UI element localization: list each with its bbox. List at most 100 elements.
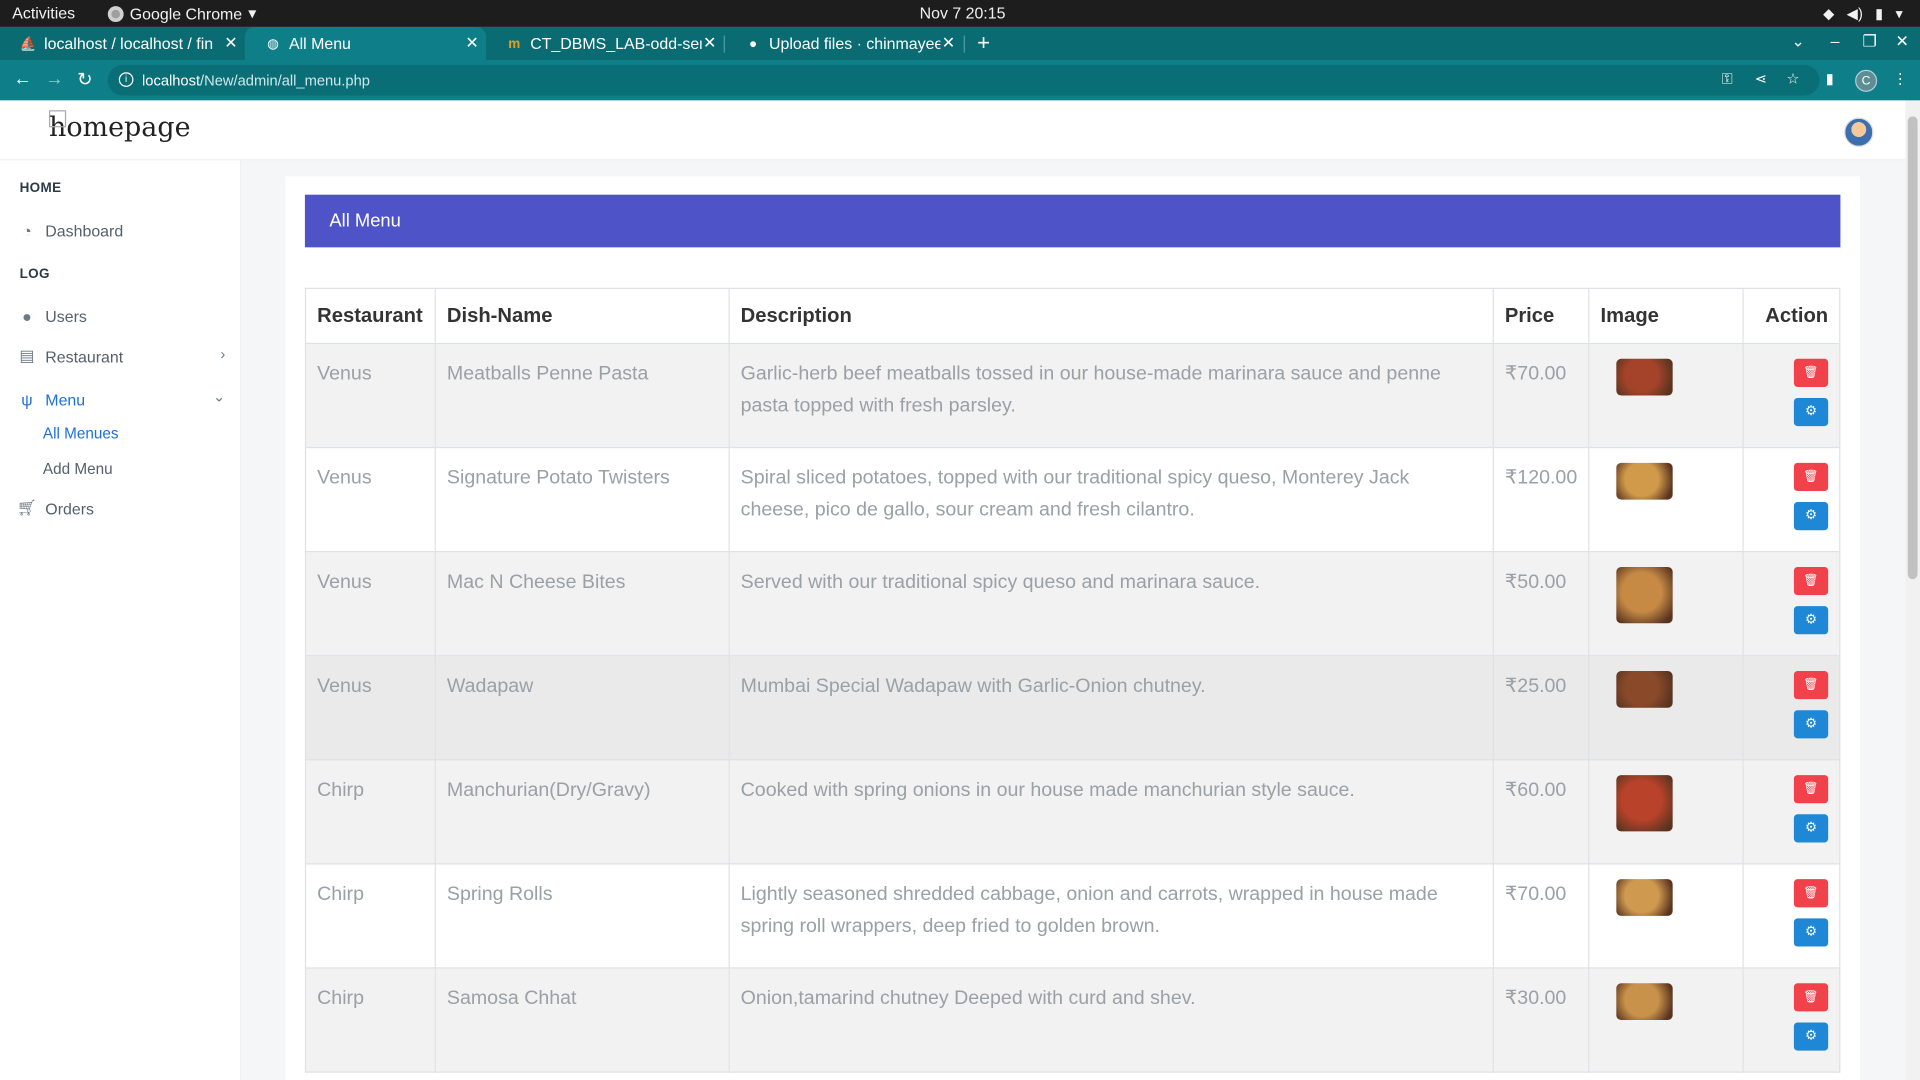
- column-header-restaurant[interactable]: Restaurant: [304, 287, 436, 345]
- dish-thumbnail: [1616, 358, 1673, 396]
- system-tray[interactable]: ◆ ◀) ▮ ▾: [1823, 5, 1903, 22]
- cell-dish-name: Samosa Chhat: [434, 967, 730, 1073]
- activities-button[interactable]: Activities: [12, 4, 75, 22]
- chrome-icon: [107, 5, 124, 22]
- minimize-icon[interactable]: –: [1831, 32, 1840, 50]
- close-tab-icon[interactable]: ✕: [224, 33, 237, 53]
- back-icon[interactable]: ←: [13, 69, 31, 90]
- profile-avatar[interactable]: C: [1855, 69, 1878, 92]
- row-actions: 🗑︎ ⚙: [1755, 983, 1829, 1071]
- edit-button[interactable]: ⚙: [1793, 814, 1829, 843]
- new-tab-icon[interactable]: +: [977, 31, 990, 57]
- sidebar-item-menu[interactable]: ψ Menu ⌄: [17, 386, 233, 413]
- delete-button[interactable]: 🗑︎: [1793, 358, 1829, 387]
- tab-ct-dbms-lab[interactable]: m CT_DBMS_LAB-odd-sem-2 ✕: [486, 27, 724, 60]
- cell-price: ₹120.00: [1492, 446, 1590, 553]
- column-header-action[interactable]: Action: [1742, 287, 1841, 345]
- cell-restaurant: Chirp: [304, 759, 436, 865]
- column-header-dish-name[interactable]: Dish-Name: [434, 287, 730, 345]
- edit-button[interactable]: ⚙: [1793, 397, 1829, 427]
- edit-button[interactable]: ⚙: [1793, 1022, 1829, 1051]
- sidebar-section-log: LOG: [19, 266, 50, 282]
- tab-upload-files[interactable]: ● Upload files · chinmayee- ✕: [725, 27, 963, 60]
- more-menu-icon[interactable]: ⋮: [1893, 70, 1908, 87]
- column-header-description[interactable]: Description: [728, 287, 1494, 345]
- menu-table: Restaurant Dish-Name Description Price I…: [304, 287, 1841, 1073]
- dish-thumbnail: [1616, 775, 1673, 832]
- url-path: /New/admin/all_menu.php: [200, 71, 370, 89]
- cell-image: [1588, 551, 1744, 657]
- cell-action: 🗑︎ ⚙: [1742, 655, 1841, 761]
- delete-button[interactable]: 🗑︎: [1793, 775, 1829, 804]
- tab-search-icon[interactable]: ⌄: [1791, 32, 1804, 52]
- forward-icon[interactable]: →: [45, 69, 63, 90]
- cell-image: [1588, 967, 1744, 1073]
- delete-button[interactable]: 🗑︎: [1793, 462, 1829, 492]
- dish-thumbnail: [1616, 879, 1673, 916]
- clock[interactable]: Nov 7 20:15: [920, 4, 1006, 22]
- user-icon: ●: [22, 306, 32, 326]
- maximize-icon[interactable]: ❐: [1862, 32, 1876, 52]
- url-host: localhost: [142, 71, 201, 89]
- cell-price: ₹70.00: [1492, 863, 1590, 969]
- chevron-right-icon: ›: [220, 345, 226, 363]
- cell-action: 🗑︎ ⚙: [1742, 446, 1841, 553]
- user-avatar[interactable]: [1844, 117, 1874, 147]
- sidebar-item-orders[interactable]: 🛒︎ Orders: [17, 495, 233, 522]
- address-bar[interactable]: i localhost/New/admin/all_menu.php: [107, 64, 1820, 96]
- trash-icon: 🗑︎: [1803, 366, 1819, 380]
- tab-phpmyadmin[interactable]: ⛵ localhost / localhost / fin ✕: [0, 27, 245, 60]
- close-window-icon[interactable]: ✕: [1896, 32, 1909, 52]
- sidebar-item-dashboard[interactable]: ◔ Dashboard: [17, 217, 233, 244]
- cell-price: ₹50.00: [1492, 551, 1590, 657]
- cell-action: 🗑︎ ⚙: [1742, 342, 1841, 449]
- gear-icon: ⚙: [1804, 820, 1818, 836]
- cell-restaurant: Chirp: [304, 863, 436, 969]
- table-row: Venus Wadapaw Mumbai Special Wadapaw with …: [304, 655, 1841, 761]
- cell-restaurant: Venus: [304, 551, 436, 657]
- delete-button[interactable]: 🗑︎: [1793, 879, 1829, 908]
- edit-button[interactable]: ⚙: [1793, 918, 1829, 947]
- sidebar-item-restaurant[interactable]: ▤ Restaurant ›: [17, 343, 233, 370]
- side-panel-icon[interactable]: ▮: [1826, 70, 1834, 87]
- close-tab-icon[interactable]: ✕: [703, 33, 716, 53]
- edit-button[interactable]: ⚙: [1793, 606, 1829, 635]
- cell-price: ₹25.00: [1492, 655, 1590, 761]
- delete-button[interactable]: 🗑︎: [1793, 566, 1829, 596]
- sidebar-subitem-all-menues[interactable]: All Menues: [43, 425, 119, 442]
- tab-all-menu[interactable]: ◍ All Menu ✕: [244, 26, 487, 61]
- os-top-bar: Activities Google Chrome ▾ Nov 7 20:15 ◆…: [0, 0, 1920, 27]
- info-icon[interactable]: i: [118, 72, 134, 87]
- table-header-row: Restaurant Dish-Name Description Price I…: [304, 287, 1841, 345]
- trash-icon: 🗑︎: [1803, 990, 1819, 1005]
- sidebar: HOME ◔ Dashboard LOG ● Users ▤ Restauran…: [0, 160, 242, 1080]
- column-header-price[interactable]: Price: [1492, 287, 1590, 345]
- bookmark-star-icon[interactable]: ☆: [1787, 70, 1800, 87]
- app-menu[interactable]: Google Chrome ▾: [107, 4, 256, 24]
- gear-icon: ⚙: [1804, 508, 1818, 523]
- close-tab-icon[interactable]: ✕: [465, 33, 478, 53]
- cell-restaurant: Venus: [304, 655, 436, 761]
- dish-thumbnail: [1616, 671, 1673, 708]
- row-actions: 🗑︎ ⚙: [1755, 566, 1829, 655]
- github-icon: ●: [748, 36, 758, 51]
- sidebar-subitem-add-menu[interactable]: Add Menu: [43, 460, 113, 477]
- delete-button[interactable]: 🗑︎: [1793, 983, 1829, 1012]
- sidebar-item-users[interactable]: ● Users: [17, 302, 233, 329]
- phpmyadmin-icon: ⛵: [19, 36, 37, 52]
- edit-button[interactable]: ⚙: [1793, 710, 1829, 739]
- reload-icon[interactable]: ↻: [77, 69, 92, 91]
- edit-button[interactable]: ⚙: [1793, 502, 1829, 531]
- homepage-logo[interactable]: homepage: [48, 110, 191, 143]
- share-icon[interactable]: ⋖: [1755, 70, 1767, 87]
- sidebar-section-home: HOME: [19, 181, 62, 196]
- cell-price: ₹60.00: [1492, 759, 1590, 865]
- scrollbar-thumb[interactable]: [1907, 116, 1918, 580]
- key-icon[interactable]: ⚿: [1722, 70, 1733, 88]
- column-header-image[interactable]: Image: [1588, 287, 1744, 345]
- close-tab-icon[interactable]: ✕: [942, 33, 955, 53]
- cell-price: ₹30.00: [1492, 967, 1590, 1073]
- dish-thumbnail: [1616, 983, 1673, 1021]
- delete-button[interactable]: 🗑︎: [1793, 671, 1829, 700]
- cart-icon: 🛒︎: [16, 498, 38, 517]
